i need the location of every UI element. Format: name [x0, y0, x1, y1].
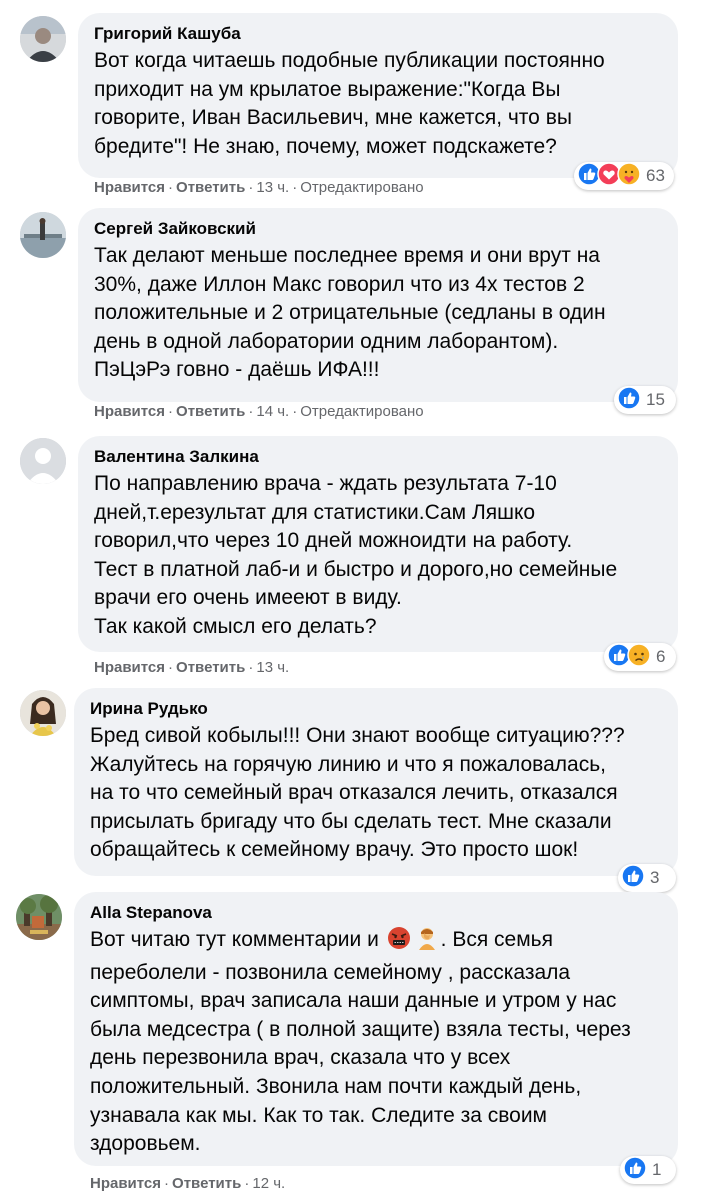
- avatar[interactable]: [16, 894, 62, 940]
- comment-text-after: . Вся семья: [440, 928, 553, 951]
- reactions-summary[interactable]: 15: [614, 385, 676, 415]
- edited-label: Отредактировано: [300, 179, 424, 196]
- angry-cursing-face-icon: [387, 926, 411, 959]
- comment-bubble: Alla Stepanova Вот читаю тут комментарии…: [74, 892, 678, 1166]
- comment-text-before: Вот читаю тут комментарии и: [90, 928, 379, 951]
- like-icon: [623, 1155, 647, 1185]
- person-facepalming-icon: [415, 926, 439, 959]
- comment-text-first-line: Вот читаю тут комментарии и . Вся семья: [90, 926, 662, 959]
- reactions-summary[interactable]: 1: [620, 1155, 676, 1185]
- reactions-summary[interactable]: 6: [604, 642, 676, 672]
- reply-button[interactable]: Ответить: [176, 179, 245, 196]
- comment-actions: Нравится · Ответить · 14 ч. · Отредактировано: [94, 403, 424, 420]
- reply-button[interactable]: Ответить: [176, 659, 245, 676]
- comment-bubble: Валентина Залкина По направлению врача -…: [78, 436, 678, 652]
- like-button[interactable]: Нравится: [94, 179, 165, 196]
- reply-button[interactable]: Ответить: [172, 1175, 241, 1192]
- comment-bubble: Григорий Кашуба Вот когда читаешь подобн…: [78, 13, 678, 178]
- reaction-count: 6: [656, 647, 666, 666]
- comment-time[interactable]: 12 ч.: [252, 1175, 285, 1192]
- comment-text: Вот когда читаешь подобные публикации по…: [94, 49, 605, 158]
- avatar[interactable]: [20, 16, 66, 62]
- comment-text: Бред сивой кобылы!!! Они знают вообще си…: [90, 724, 625, 862]
- avatar[interactable]: [20, 212, 66, 258]
- avatar[interactable]: [20, 438, 66, 484]
- comment-author[interactable]: Alla Stepanova: [90, 902, 662, 924]
- comment-text: По направлению врача - ждать результата …: [94, 472, 618, 638]
- care-icon: [617, 161, 641, 191]
- like-icon: [617, 385, 641, 415]
- reaction-count: 63: [646, 166, 665, 185]
- comment-text: переболели - позвонила семейному , расск…: [90, 960, 631, 1156]
- comment-author[interactable]: Ирина Рудько: [90, 698, 662, 720]
- like-button[interactable]: Нравится: [94, 403, 165, 420]
- comment-actions: Нравится · Ответить · 13 ч.: [94, 659, 290, 676]
- comment-bubble: Сергей Зайковский Так делают меньше посл…: [78, 208, 678, 402]
- reactions-summary[interactable]: 63: [574, 161, 674, 191]
- reaction-count: 1: [652, 1160, 662, 1179]
- comment-author[interactable]: Григорий Кашуба: [94, 23, 662, 45]
- comment-bubble: Ирина Рудько Бред сивой кобылы!!! Они зн…: [74, 688, 678, 876]
- comment-actions: Нравится · Ответить · 12 ч.: [90, 1175, 286, 1192]
- comment-text: Так делают меньше последнее время и они …: [94, 244, 606, 382]
- reaction-count: 3: [650, 868, 660, 887]
- like-button[interactable]: Нравится: [94, 659, 165, 676]
- avatar[interactable]: [20, 690, 66, 736]
- like-icon: [621, 863, 645, 893]
- comment-author[interactable]: Валентина Залкина: [94, 446, 662, 468]
- comment-time[interactable]: 13 ч.: [256, 179, 289, 196]
- reactions-summary[interactable]: 3: [618, 863, 676, 893]
- comment-time[interactable]: 14 ч.: [256, 403, 289, 420]
- edited-label: Отредактировано: [300, 403, 424, 420]
- like-button[interactable]: Нравится: [90, 1175, 161, 1192]
- comment-actions: Нравится · Ответить · 13 ч. · Отредактировано: [94, 179, 424, 196]
- comment-author[interactable]: Сергей Зайковский: [94, 218, 662, 240]
- reaction-count: 15: [646, 390, 665, 409]
- sad-icon: [627, 642, 651, 672]
- comment-time[interactable]: 13 ч.: [256, 659, 289, 676]
- reply-button[interactable]: Ответить: [176, 403, 245, 420]
